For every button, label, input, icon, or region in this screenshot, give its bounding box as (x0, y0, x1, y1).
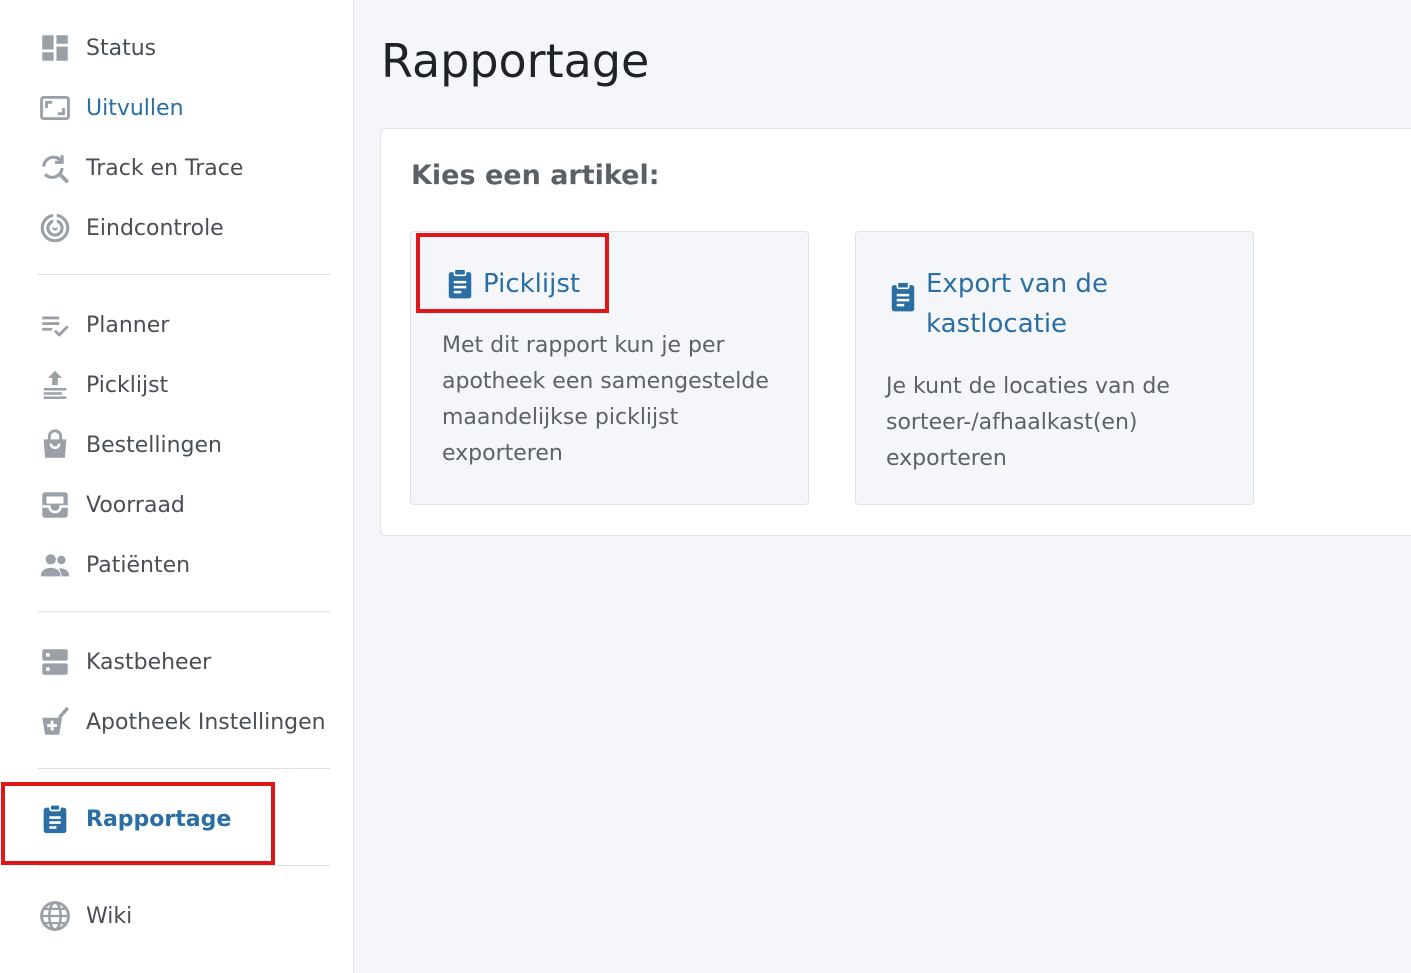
sidebar-item-label: Planner (86, 312, 170, 338)
card-description: Met dit rapport kun je per apotheek een … (442, 333, 769, 466)
sidebar-divider (38, 274, 330, 275)
sidebar-item-kastbeheer[interactable]: Kastbeheer (38, 642, 338, 682)
report-card-export-kastlocatie[interactable]: Export van de kastlocatie Je kunt de loc… (855, 231, 1254, 505)
shopping-bag-icon (38, 427, 74, 463)
sidebar-item-label: Kastbeheer (86, 649, 212, 675)
sidebar-divider (38, 768, 330, 769)
sidebar-item-label: Wiki (86, 903, 133, 929)
sidebar-item-label: Voorraad (86, 492, 185, 518)
dashboard-icon (38, 30, 74, 66)
page-title: Rapportage (381, 34, 650, 88)
sidebar-item-label: Eindcontrole (86, 215, 224, 241)
sidebar-divider (38, 865, 330, 866)
mortar-pestle-icon (38, 704, 74, 740)
sidebar-item-label: Track en Trace (86, 155, 244, 181)
sidebar-item-uitvullen[interactable]: Uitvullen (38, 88, 338, 128)
sidebar-item-status[interactable]: Status (38, 28, 338, 68)
sidebar-item-planner[interactable]: Planner (38, 305, 338, 345)
clipboard-list-icon (888, 280, 918, 314)
aspect-ratio-icon (38, 90, 74, 126)
card-title-text: Export van de kastlocatie (926, 269, 1108, 339)
sidebar-item-wiki[interactable]: Wiki (38, 896, 338, 936)
people-icon (38, 547, 74, 583)
sidebar-item-track-en-trace[interactable]: Track en Trace (38, 148, 338, 188)
sidebar-item-label: Rapportage (86, 806, 232, 832)
checklist-icon (38, 307, 74, 343)
sidebar-item-label: Apotheek Instellingen (86, 709, 326, 735)
search-refresh-icon (38, 150, 74, 186)
sidebar-item-label: Bestellingen (86, 432, 222, 458)
clipboard-list-icon (445, 267, 475, 301)
card-description: Je kunt de locaties van de sorteer-/afha… (886, 374, 1170, 471)
card-title[interactable]: Picklijst (445, 264, 580, 304)
card-title[interactable]: Export van de kastlocatie (888, 264, 1228, 344)
clipboard-list-icon (38, 801, 74, 837)
globe-icon (38, 898, 74, 934)
sidebar-item-rapportage[interactable]: Rapportage (38, 799, 338, 839)
sidebar-item-label: Status (86, 35, 157, 61)
sidebar-item-label: Picklijst (86, 372, 169, 398)
panel-heading: Kies een artikel: (411, 160, 660, 191)
upload-list-icon (38, 367, 74, 403)
sidebar-item-label: Patiënten (86, 552, 191, 578)
server-icon (38, 644, 74, 680)
sidebar-item-bestellingen[interactable]: Bestellingen (38, 425, 338, 465)
target-icon (38, 210, 74, 246)
sidebar: Status Uitvullen Track en Trace Eindcont… (0, 0, 354, 973)
sidebar-item-eindcontrole[interactable]: Eindcontrole (38, 208, 338, 248)
inbox-tray-icon (38, 487, 74, 523)
sidebar-item-voorraad[interactable]: Voorraad (38, 485, 338, 525)
sidebar-item-apotheek-instellingen[interactable]: Apotheek Instellingen (38, 702, 338, 742)
sidebar-item-patienten[interactable]: Patiënten (38, 545, 338, 585)
report-card-picklijst[interactable]: Picklijst Met dit rapport kun je per apo… (410, 231, 809, 505)
sidebar-divider (38, 611, 330, 612)
sidebar-item-label: Uitvullen (86, 95, 184, 121)
sidebar-item-picklijst[interactable]: Picklijst (38, 365, 338, 405)
card-title-text: Picklijst (483, 269, 581, 299)
